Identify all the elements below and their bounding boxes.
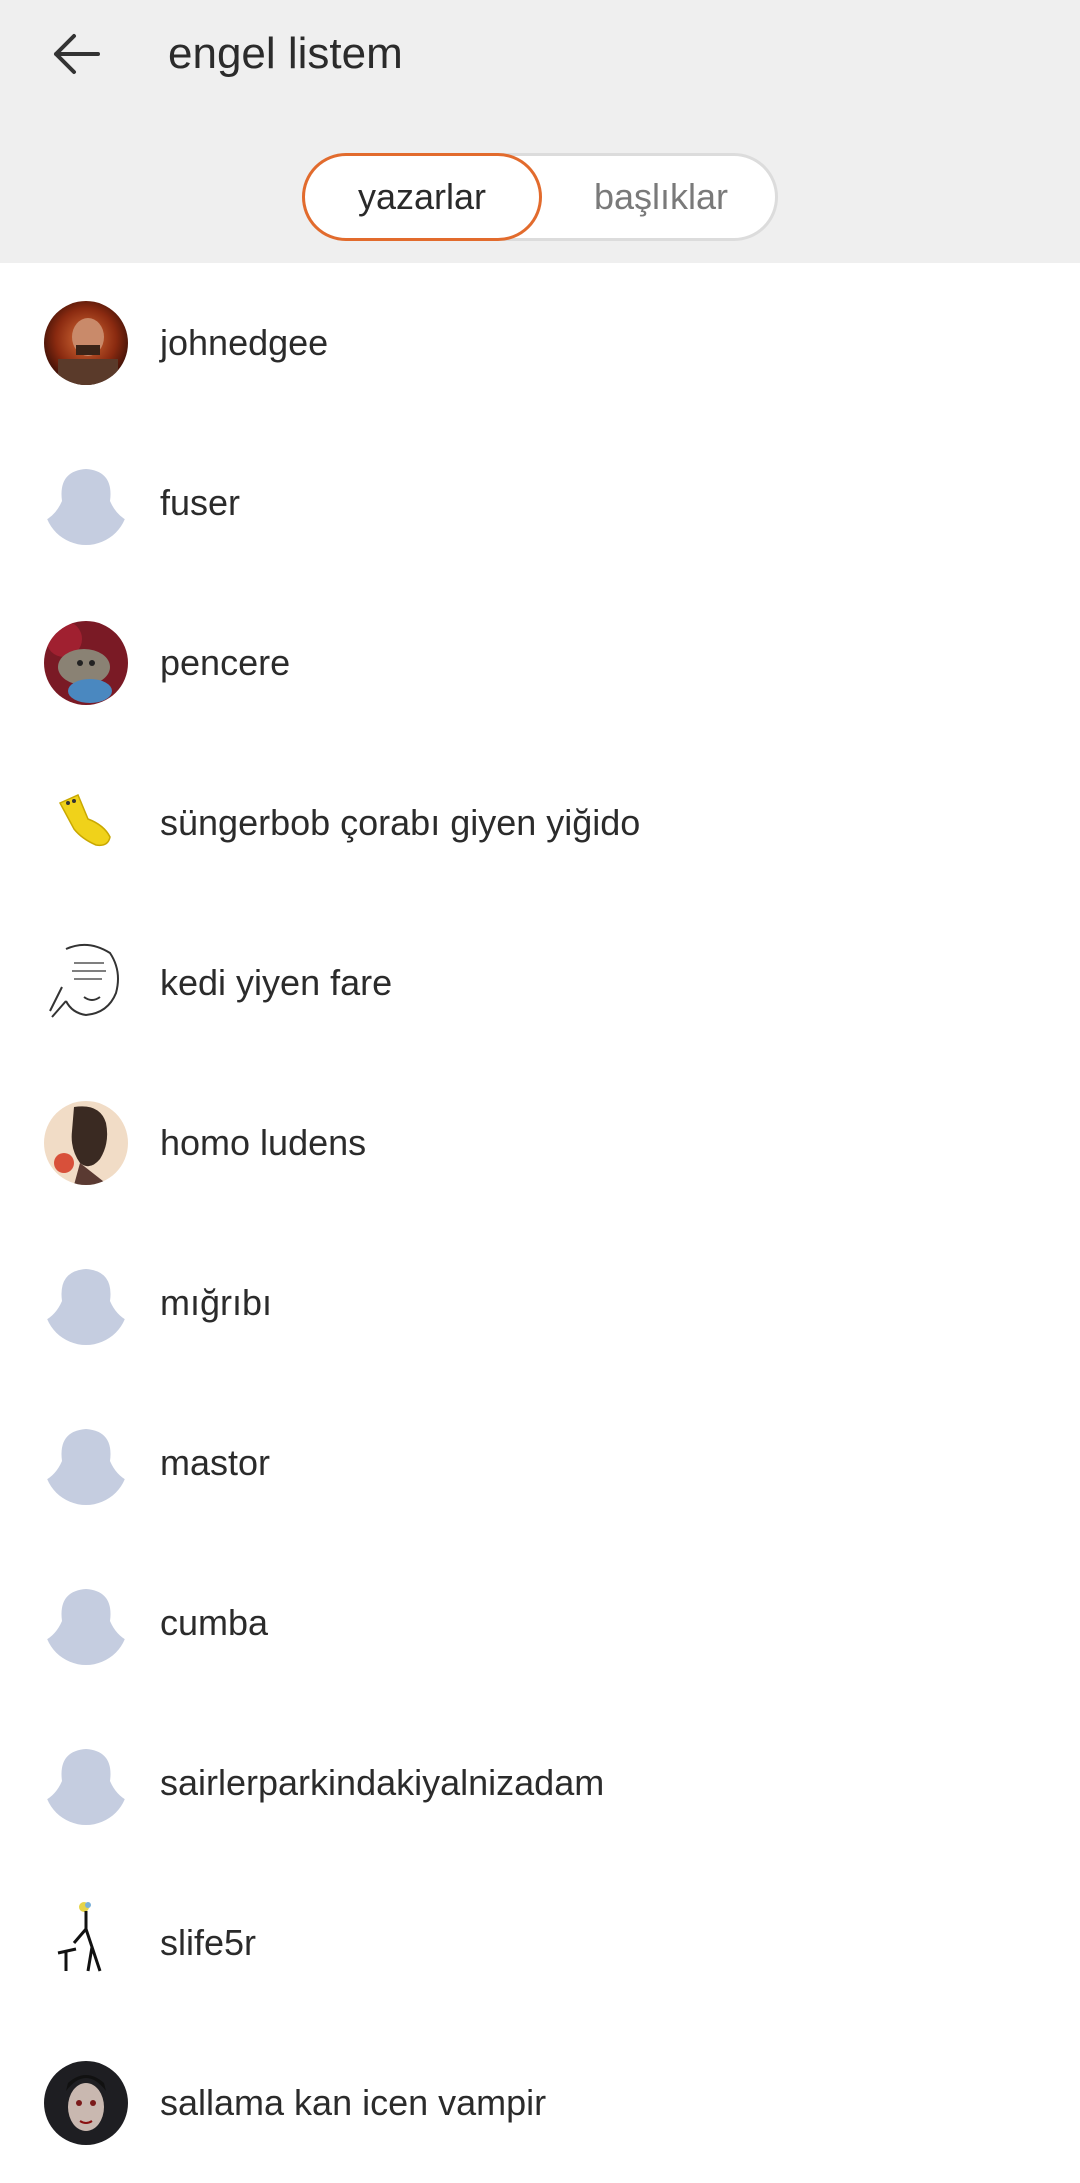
photo-avatar-vampire bbox=[44, 2061, 128, 2145]
username: mığrıbı bbox=[160, 1282, 273, 1323]
segmented-tabs: yazarlar başlıklar bbox=[302, 153, 778, 241]
default-avatar-icon bbox=[44, 1741, 128, 1825]
username: mastor bbox=[160, 1442, 271, 1483]
list-item[interactable]: mastor bbox=[0, 1383, 1080, 1543]
arrow-left-icon bbox=[54, 34, 100, 74]
list-item[interactable]: fuser bbox=[0, 423, 1080, 583]
default-avatar-icon bbox=[44, 461, 128, 545]
default-avatar-icon bbox=[44, 1421, 128, 1505]
list-item[interactable]: sallama kan icen vampir bbox=[0, 2023, 1080, 2183]
username: slife5r bbox=[160, 1922, 257, 1963]
username: pencere bbox=[160, 642, 291, 683]
username: fuser bbox=[160, 482, 241, 523]
tab-basliklar[interactable]: başlıklar bbox=[541, 153, 781, 241]
list-item[interactable]: johnedgee bbox=[0, 263, 1080, 423]
default-avatar-icon bbox=[44, 1261, 128, 1345]
username: sallama kan icen vampir bbox=[160, 2082, 547, 2123]
list-item[interactable]: cumba bbox=[0, 1543, 1080, 1703]
photo-avatar-man bbox=[44, 301, 128, 385]
username: süngerbob çorabı giyen yiğido bbox=[160, 802, 641, 843]
sock-avatar bbox=[44, 781, 128, 865]
default-avatar-icon bbox=[44, 1581, 128, 1665]
username: cumba bbox=[160, 1602, 269, 1643]
list-item[interactable]: kedi yiyen fare bbox=[0, 903, 1080, 1063]
list-item[interactable]: pencere bbox=[0, 583, 1080, 743]
list-item[interactable]: süngerbob çorabı giyen yiğido bbox=[0, 743, 1080, 903]
list-item[interactable]: homo ludens bbox=[0, 1063, 1080, 1223]
list-item[interactable]: mığrıbı bbox=[0, 1223, 1080, 1383]
username: johnedgee bbox=[160, 322, 329, 363]
tab-yazarlar[interactable]: yazarlar bbox=[302, 153, 542, 241]
list-item[interactable]: slife5r bbox=[0, 1863, 1080, 2023]
list-item[interactable]: sairlerparkindakiyalnizadam bbox=[0, 1703, 1080, 1863]
username: homo ludens bbox=[160, 1122, 367, 1163]
illustration-avatar bbox=[44, 1101, 128, 1185]
photo-avatar-cat bbox=[44, 621, 128, 705]
sketch-face-avatar bbox=[44, 941, 128, 1025]
back-button[interactable] bbox=[40, 18, 112, 90]
username: kedi yiyen fare bbox=[160, 962, 393, 1003]
page-title: engel listem bbox=[168, 29, 403, 78]
top-app-bar: engel listem yazarlar başlıklar bbox=[0, 0, 1080, 263]
username: sairlerparkindakiyalnizadam bbox=[160, 1762, 605, 1803]
stick-figure-avatar bbox=[44, 1901, 128, 1985]
